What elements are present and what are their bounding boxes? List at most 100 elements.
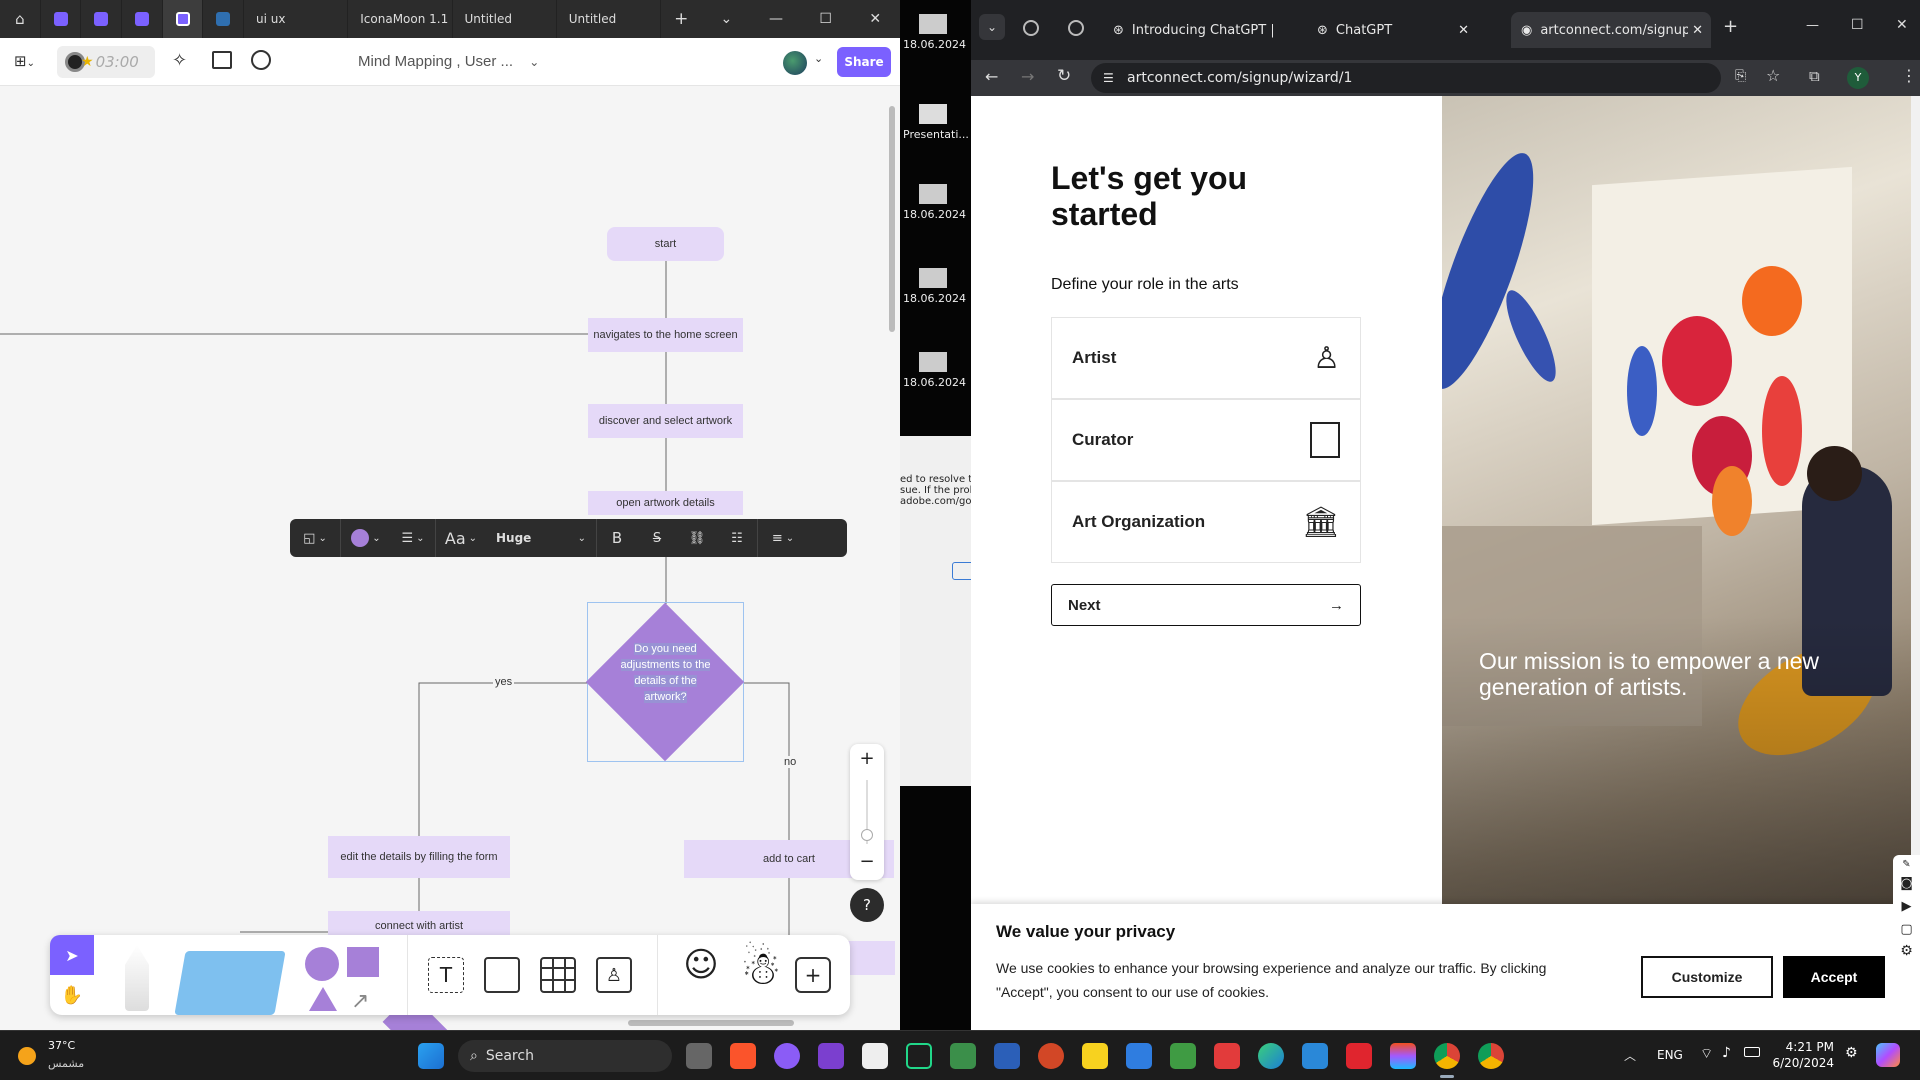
figma-icon[interactable]: [1390, 1043, 1416, 1069]
share-button[interactable]: Share: [837, 47, 891, 77]
close-icon[interactable]: ✕: [1458, 23, 1469, 38]
stickers-button[interactable]: ☺: [675, 945, 727, 1011]
visual-studio-icon[interactable]: [818, 1043, 844, 1069]
bold-button[interactable]: B: [597, 519, 637, 557]
close-button[interactable]: ✕: [1896, 17, 1908, 33]
bullet-list-button[interactable]: ☷: [717, 519, 757, 557]
settings-gear-icon[interactable]: ⚙: [1893, 943, 1920, 959]
spreadsheet-icon[interactable]: [1170, 1043, 1196, 1069]
clock[interactable]: 4:21 PM 6/20/2024: [1772, 1039, 1834, 1071]
file-tab-5[interactable]: [203, 0, 245, 38]
bookmark-button[interactable]: ☆: [1766, 66, 1780, 85]
marker-tool-button[interactable]: [125, 945, 149, 1011]
fill-color-button[interactable]: ⌄: [341, 519, 391, 557]
shape-picker-button[interactable]: ◱ ⌄: [290, 519, 340, 557]
customize-button[interactable]: Customize: [1641, 956, 1773, 998]
tab-iconamoon[interactable]: IconaMoon 1.1: [348, 0, 453, 38]
file-title-button[interactable]: Mind Mapping , User ... ⌄: [358, 53, 539, 70]
new-tab-button[interactable]: +: [1723, 16, 1738, 37]
desktop-icon-1[interactable]: 18.06.2024: [903, 14, 966, 51]
link-button[interactable]: ⛓: [677, 519, 717, 557]
tab-artconnect[interactable]: ◉ artconnect.com/signup/✕: [1511, 12, 1711, 48]
chrome-icon[interactable]: [1478, 1043, 1504, 1069]
protonvpn-icon[interactable]: [774, 1043, 800, 1069]
zoom-out-button[interactable]: −: [850, 851, 884, 872]
pen-icon[interactable]: ✎: [1893, 859, 1920, 870]
install-app-button[interactable]: ⎘: [1735, 68, 1746, 84]
start-button[interactable]: [418, 1043, 444, 1069]
more-tools-button[interactable]: +: [795, 957, 831, 993]
sticky-notes-icon[interactable]: [1082, 1043, 1108, 1069]
chrome-menu-button[interactable]: ⋮: [1901, 66, 1917, 85]
file-icon[interactable]: [862, 1043, 888, 1069]
volume-icon[interactable]: ♪: [1722, 1045, 1731, 1061]
back-button[interactable]: ←: [985, 67, 998, 86]
notification-icon[interactable]: ⚙: [1845, 1045, 1858, 1061]
wifi-icon[interactable]: ⌔: [1700, 1045, 1713, 1063]
pycharm-icon[interactable]: [906, 1043, 932, 1069]
url-field[interactable]: ☰ artconnect.com/signup/wizard/1: [1091, 63, 1721, 93]
select-tool-button[interactable]: ➤: [50, 935, 94, 975]
ai-sparkle-button[interactable]: ✧: [172, 50, 187, 71]
help-button[interactable]: ?: [850, 888, 884, 922]
minimize-button[interactable]: —: [751, 11, 801, 27]
copilot-icon[interactable]: [1876, 1043, 1900, 1067]
widgets-button[interactable]: ☃: [733, 941, 789, 1013]
sticky-note-button[interactable]: [174, 951, 286, 1015]
node-open-details[interactable]: open artwork details: [588, 491, 743, 515]
desktop-icon-5[interactable]: 18.06.2024: [903, 352, 966, 389]
file-tab-4-active[interactable]: [162, 0, 204, 38]
forward-button[interactable]: →: [1021, 67, 1034, 86]
battery-icon[interactable]: [1744, 1047, 1760, 1057]
maximize-button[interactable]: ☐: [1851, 17, 1864, 33]
zoom-in-button[interactable]: +: [850, 748, 884, 769]
app-icon[interactable]: [950, 1043, 976, 1069]
language-indicator[interactable]: ENG: [1657, 1048, 1683, 1062]
acrobat-icon[interactable]: [1346, 1043, 1372, 1069]
chrome-icon-active[interactable]: [1434, 1043, 1460, 1069]
main-menu-button[interactable]: ⊞⌄: [14, 52, 35, 70]
mail-icon[interactable]: [1126, 1043, 1152, 1069]
node-discover-artwork[interactable]: discover and select artwork: [588, 404, 743, 438]
camera-icon[interactable]: ◙: [1893, 876, 1920, 891]
layout-button[interactable]: [212, 51, 232, 69]
home-tab[interactable]: ⌂: [0, 0, 41, 38]
anydesk-icon[interactable]: [1214, 1043, 1240, 1069]
site-info-icon[interactable]: ☰: [1103, 71, 1114, 85]
word-icon[interactable]: [994, 1043, 1020, 1069]
tab-ui-ux[interactable]: ui ux: [244, 0, 349, 38]
file-tab-1[interactable]: [41, 0, 82, 38]
accept-button[interactable]: Accept: [1783, 956, 1885, 998]
close-button[interactable]: ✕: [850, 11, 900, 27]
dialog-button[interactable]: [952, 562, 971, 580]
text-tool-button[interactable]: T: [428, 957, 464, 993]
role-option-artist[interactable]: Artist ♙: [1051, 317, 1361, 399]
section-tool-button[interactable]: [484, 957, 520, 993]
extensions-button[interactable]: ⧉: [1809, 67, 1820, 85]
taskbar-search[interactable]: ⌕ Search: [458, 1040, 672, 1072]
stroke-style-button[interactable]: ☰ ⌄: [391, 519, 435, 557]
tab-search-button[interactable]: ⌄: [979, 14, 1005, 40]
task-view-icon[interactable]: [686, 1043, 712, 1069]
horizontal-scrollbar[interactable]: [628, 1020, 794, 1026]
node-edit-details[interactable]: edit the details by filling the form: [328, 836, 510, 878]
font-style-button[interactable]: Aa ⌄: [436, 519, 486, 557]
table-tool-button[interactable]: [540, 957, 576, 993]
file-tab-2[interactable]: [81, 0, 123, 38]
vertical-scrollbar[interactable]: [889, 106, 895, 332]
powerpoint-icon[interactable]: [1038, 1043, 1064, 1069]
shape-tool-button[interactable]: ↗: [305, 947, 385, 1014]
video-icon[interactable]: ▶: [1893, 899, 1920, 914]
tab-introducing-chatgpt[interactable]: ⊛Introducing ChatGPT | O: [1103, 12, 1273, 48]
font-size-select[interactable]: Huge ⌄: [486, 519, 596, 557]
hand-tool-button[interactable]: ✋: [50, 975, 94, 1015]
weather-widget[interactable]: 37°C مشمس: [18, 1039, 98, 1073]
node-home-screen[interactable]: navigates to the home screen: [588, 318, 743, 352]
edge-icon[interactable]: [1258, 1043, 1284, 1069]
tab-untitled-2[interactable]: Untitled: [557, 0, 661, 38]
new-tab-button[interactable]: +: [661, 0, 702, 38]
azure-data-studio-icon[interactable]: [1302, 1043, 1328, 1069]
role-option-curator[interactable]: Curator: [1051, 399, 1361, 481]
maximize-button[interactable]: ☐: [801, 11, 851, 27]
desktop-icon-4[interactable]: 18.06.2024: [903, 268, 966, 305]
